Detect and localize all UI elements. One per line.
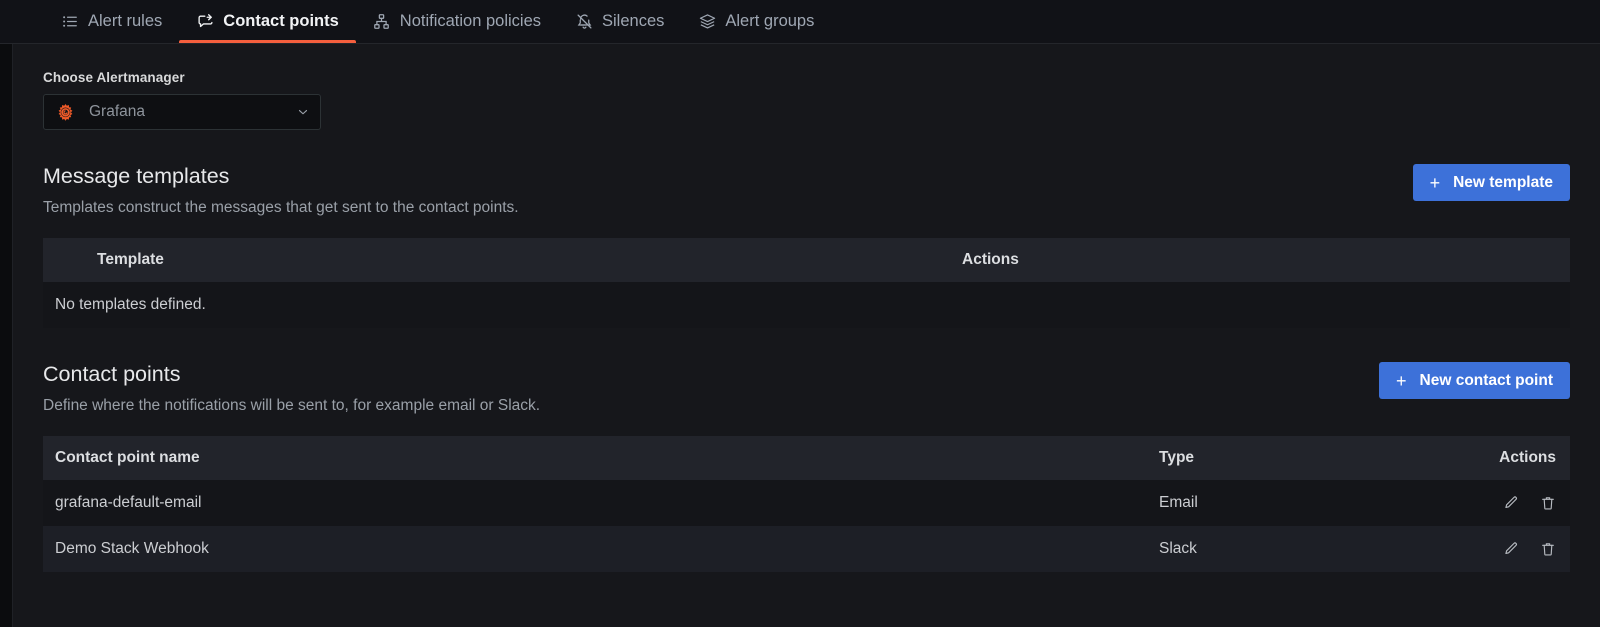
plus-icon: + <box>1396 370 1407 391</box>
new-template-label: New template <box>1453 173 1553 191</box>
table-header-row: Template Actions <box>43 238 1570 283</box>
alertmanager-select[interactable]: Grafana <box>43 94 321 130</box>
tab-alert-groups[interactable]: Alert groups <box>681 0 831 43</box>
contact-point-name: grafana-default-email <box>43 480 1140 527</box>
new-template-button[interactable]: + New template <box>1412 164 1570 201</box>
tab-silences[interactable]: Silences <box>558 0 681 43</box>
column-header-type: Type <box>1140 436 1450 481</box>
trash-icon[interactable] <box>1539 495 1556 512</box>
column-header-actions: Actions <box>1450 436 1570 481</box>
contact-points-page: Choose Alertmanager Grafana Message temp… <box>12 44 1600 627</box>
contact-point-type: Slack <box>1140 526 1450 573</box>
tab-alert-rules[interactable]: Alert rules <box>44 0 179 43</box>
new-contact-point-button[interactable]: + New contact point <box>1379 362 1570 400</box>
message-templates-table: Template Actions No templates defined. <box>43 238 1570 329</box>
contact-points-subtitle: Define where the notifications will be s… <box>43 397 541 415</box>
table-header-row: Contact point name Type Actions <box>43 436 1570 481</box>
column-header-contact-point-name: Contact point name <box>43 436 1140 481</box>
tab-label: Contact points <box>223 12 339 30</box>
message-templates-section: Message templates Templates construct th… <box>43 164 1570 329</box>
table-row: grafana-default-email Email <box>43 480 1570 527</box>
new-contact-point-label: New contact point <box>1419 371 1553 389</box>
column-header-actions: Actions <box>950 238 1570 283</box>
tab-notification-policies[interactable]: Notification policies <box>356 0 558 43</box>
tab-label: Alert rules <box>88 12 163 30</box>
tab-contact-points[interactable]: Contact points <box>179 0 356 43</box>
empty-state-text: No templates defined. <box>43 282 1570 329</box>
table-row-empty: No templates defined. <box>43 282 1570 329</box>
alertmanager-picker: Choose Alertmanager Grafana <box>43 70 1570 130</box>
message-templates-header: Message templates Templates construct th… <box>43 164 1570 217</box>
row-actions <box>1450 480 1570 527</box>
sitemap-icon <box>373 13 391 31</box>
pencil-icon[interactable] <box>1502 495 1519 512</box>
contact-points-table: Contact point name Type Actions grafana-… <box>43 436 1570 573</box>
plus-icon: + <box>1429 172 1441 193</box>
message-templates-subtitle: Templates construct the messages that ge… <box>43 199 519 217</box>
chevron-down-icon[interactable] <box>296 105 310 119</box>
comment-alt-share-icon <box>196 13 214 31</box>
list-icon <box>61 13 79 31</box>
contact-points-title: Contact points <box>43 362 181 387</box>
alertmanager-value: Grafana <box>89 103 146 120</box>
message-templates-title: Message templates <box>43 164 230 188</box>
contact-points-header: Contact points Define where the notifica… <box>43 362 1570 415</box>
pencil-icon[interactable] <box>1502 541 1519 558</box>
contact-point-type: Email <box>1140 480 1450 527</box>
trash-icon[interactable] <box>1539 541 1556 558</box>
column-header-template: Template <box>43 238 950 283</box>
grafana-logo-icon <box>56 103 75 122</box>
alerting-tab-bar: Alert rules Contact points Notification … <box>0 0 1600 44</box>
contact-point-name: Demo Stack Webhook <box>43 526 1140 573</box>
table-row: Demo Stack Webhook Slack <box>43 526 1570 573</box>
tab-label: Notification policies <box>399 12 542 30</box>
alertmanager-label: Choose Alertmanager <box>43 70 185 85</box>
tab-label: Alert groups <box>725 12 815 30</box>
contact-points-section: Contact points Define where the notifica… <box>43 362 1570 573</box>
layer-group-icon <box>698 13 716 31</box>
bell-slash-icon <box>575 13 593 31</box>
tab-label: Silences <box>602 12 665 30</box>
row-actions <box>1450 526 1570 573</box>
